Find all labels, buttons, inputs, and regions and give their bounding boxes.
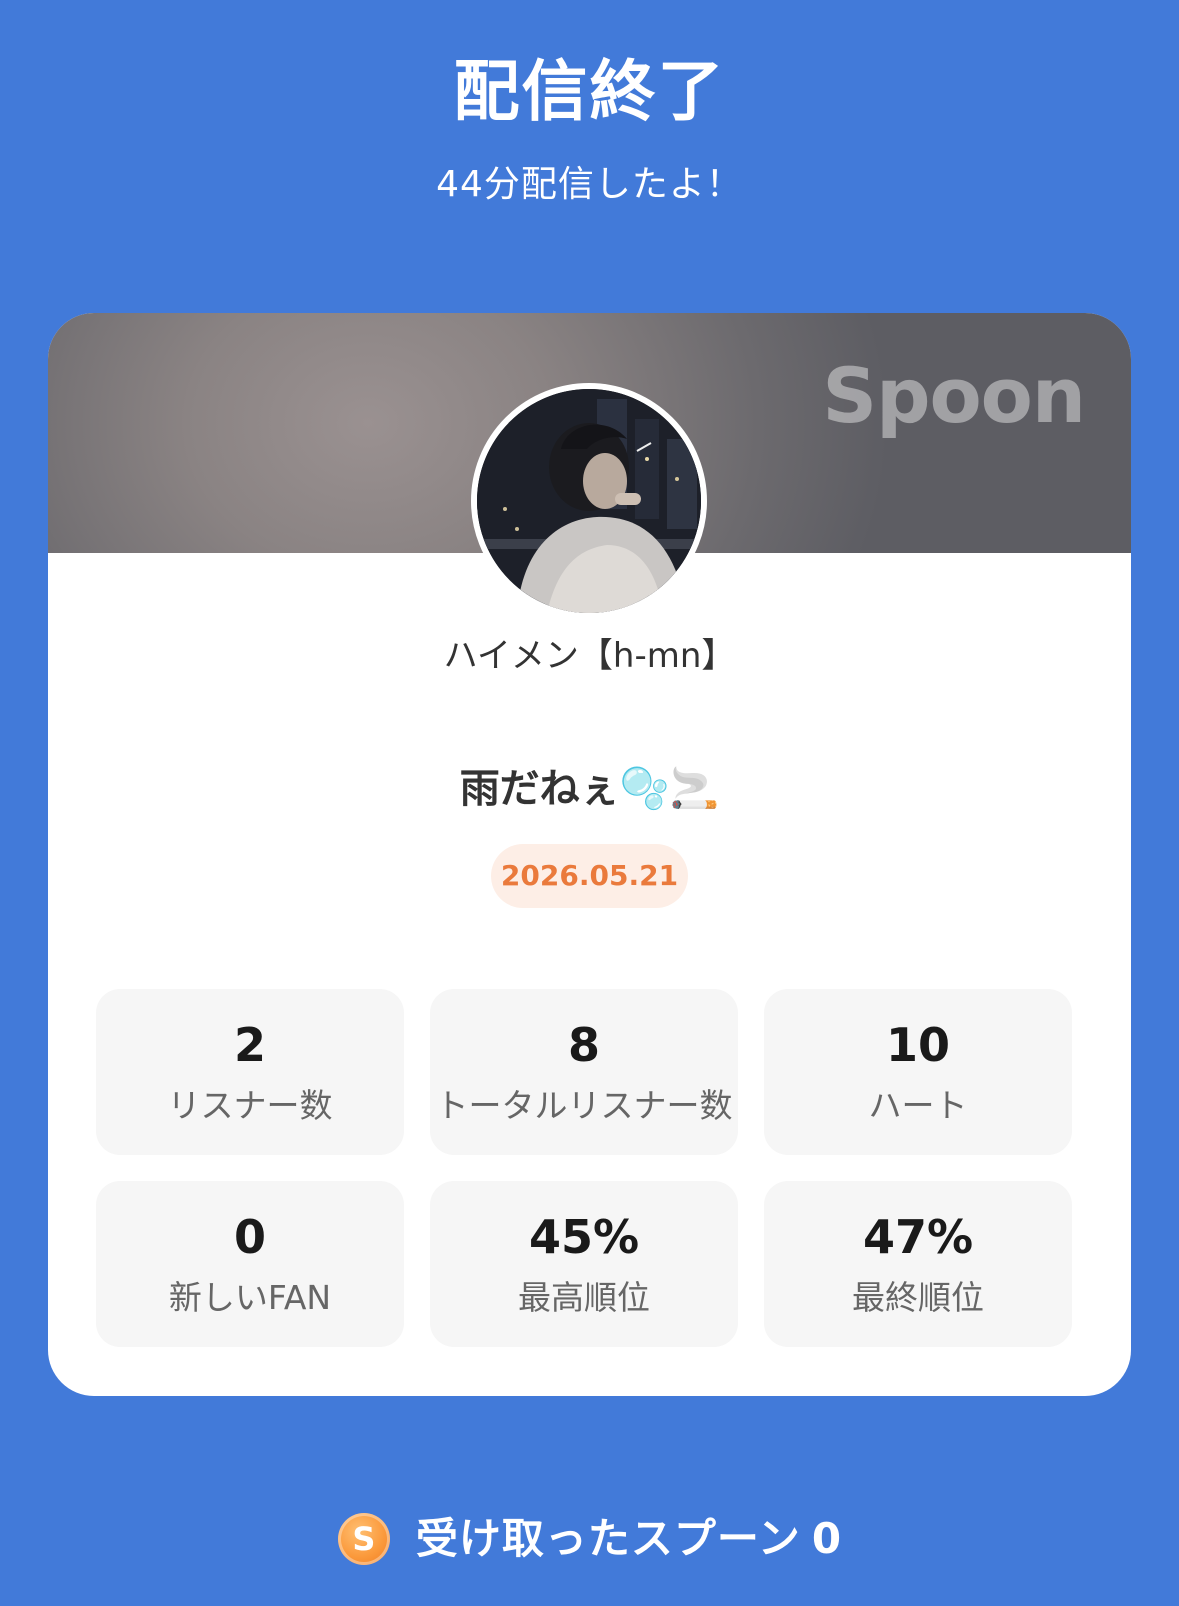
stat-new-fans: 0 新しいFAN xyxy=(96,1181,404,1347)
spoon-coin-icon: S xyxy=(337,1513,390,1565)
received-spoons-row: S 受け取ったスプーン 0 xyxy=(0,1508,1179,1570)
stats-grid: 2 リスナー数 8 トータルリスナー数 10 ハート 0 新しいFAN 45% … xyxy=(96,989,1073,1347)
stat-label: リスナー数 xyxy=(167,1086,333,1125)
received-spoons-label: 受け取ったスプーン xyxy=(415,1514,801,1563)
broadcast-duration-text: 44分配信したよ！ xyxy=(436,164,743,205)
avatar[interactable] xyxy=(471,383,707,619)
stat-value: 0 xyxy=(233,1210,266,1264)
stat-value: 10 xyxy=(885,1018,950,1072)
stat-value: 8 xyxy=(567,1018,600,1072)
date-badge: 2026.05.21 xyxy=(491,844,688,908)
stat-label: ハート xyxy=(868,1086,968,1125)
page-title: 配信終了 xyxy=(453,53,726,130)
stat-total-listeners: 8 トータルリスナー数 xyxy=(430,989,738,1155)
stat-label: 最高順位 xyxy=(518,1278,650,1317)
stat-label: トータルリスナー数 xyxy=(435,1086,733,1125)
stat-final-rank: 47% 最終順位 xyxy=(764,1181,1072,1347)
stat-listeners: 2 リスナー数 xyxy=(96,989,404,1155)
live-title: 雨だねぇ🫧🚬 xyxy=(459,766,720,812)
stat-label: 新しいFAN xyxy=(168,1278,332,1317)
stat-value: 47% xyxy=(862,1210,974,1264)
spoon-logo: Spoon xyxy=(822,351,1086,440)
stat-highest-rank: 45% 最高順位 xyxy=(430,1181,738,1347)
username[interactable]: ハイメン【h-mn】 xyxy=(48,633,1131,679)
broadcast-summary-card: Spoon ハイメン【h-mn】 雨だねぇ🫧🚬 2026.05.21 2 リスナ… xyxy=(48,313,1131,1396)
stat-label: 最終順位 xyxy=(852,1278,984,1317)
received-spoons-count: 0 xyxy=(811,1514,842,1563)
stat-hearts: 10 ハート xyxy=(764,989,1072,1155)
stat-value: 45% xyxy=(528,1210,640,1264)
profile-photo-icon xyxy=(477,389,701,613)
stat-value: 2 xyxy=(233,1018,266,1072)
